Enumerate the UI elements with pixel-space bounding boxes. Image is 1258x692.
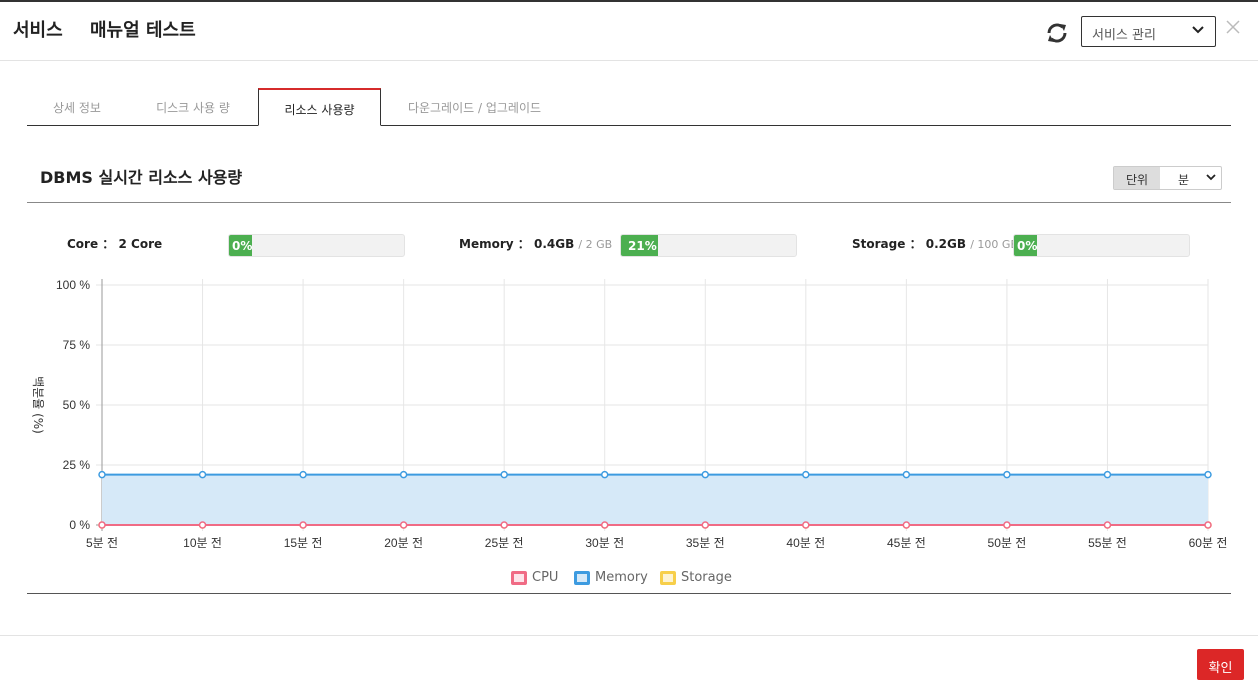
y-tick-label: 0 % <box>69 518 90 532</box>
x-tick-label: 60분 전 <box>1189 536 1228 550</box>
chevron-down-icon <box>1205 170 1217 187</box>
unit-label: 단위 <box>1114 167 1160 189</box>
memory-usage-percent: 21% <box>628 239 657 253</box>
memory-total: 2 GB <box>585 238 613 251</box>
x-tick-label: 40분 전 <box>786 536 825 550</box>
x-tick-label: 30분 전 <box>585 536 624 550</box>
x-tick-label: 35분 전 <box>686 536 725 550</box>
data-point-memory <box>399 470 408 479</box>
legend-storage-label: Storage <box>681 570 732 585</box>
close-icon[interactable] <box>1226 18 1244 36</box>
memory-usage-bar: 21% <box>620 234 797 257</box>
tab-bar: 상세 정보 디스크 사용 량 리소스 사용량 다운그레이드 / 업그레이드 <box>27 88 1231 126</box>
footer-divider <box>0 635 1258 636</box>
x-tick-label: 5분 전 <box>86 536 118 550</box>
unit-select[interactable]: 분 <box>1160 167 1221 189</box>
tab-resource-usage[interactable]: 리소스 사용량 <box>258 88 381 126</box>
data-point-memory <box>98 470 106 479</box>
data-point-memory <box>500 470 508 479</box>
data-point-cpu <box>802 521 810 529</box>
core-value: 2 Core <box>118 237 163 251</box>
storage-sep: ： <box>909 237 922 251</box>
data-point-memory <box>198 470 207 479</box>
data-point-memory <box>299 470 307 479</box>
section-title: DBMS 실시간 리소스 사용량 <box>40 168 243 187</box>
x-tick-label: 20분 전 <box>384 536 423 550</box>
legend-cpu-label: CPU <box>532 570 559 585</box>
storage-usage-percent: 0% <box>1017 239 1038 253</box>
memory-name: Memory <box>459 237 514 251</box>
legend-storage-swatch <box>660 570 676 585</box>
data-point-memory <box>701 470 710 479</box>
memory-label: Memory ： 0.4GB / 2 GB <box>459 237 613 251</box>
data-point-cpu <box>299 521 307 529</box>
legend-storage[interactable]: Storage <box>660 570 732 585</box>
core-sep: ： <box>102 237 115 251</box>
service-name: 매뉴얼 테스트 <box>90 20 196 41</box>
unit-selector: 단위 분 <box>1113 166 1222 190</box>
data-point-cpu <box>98 521 106 529</box>
data-point-memory <box>600 470 609 479</box>
section-bottom-divider <box>27 593 1231 594</box>
resource-usage-chart: 100 % 75 % 50 % 25 % 0 % 5분 전 10분 전 15분 전 20분 전 2… <box>31 278 1228 550</box>
x-tick-label: 50분 전 <box>988 536 1027 550</box>
data-point-cpu <box>1003 521 1011 529</box>
data-point-cpu <box>198 521 207 529</box>
legend-cpu-swatch <box>511 570 527 585</box>
tab-disk-usage[interactable]: 디스크 사용 량 <box>137 88 249 126</box>
x-tick-label: 55분 전 <box>1088 536 1127 550</box>
data-point-cpu <box>600 521 609 529</box>
core-usage-bar: 0% <box>228 234 405 257</box>
storage-label: Storage ： 0.2GB / 100 GB <box>852 237 1018 251</box>
x-tick-label: 15분 전 <box>284 536 323 550</box>
data-point-cpu <box>399 521 408 529</box>
memory-value: 0.4GB <box>533 237 575 251</box>
storage-total: 100 GB <box>977 238 1018 251</box>
storage-name: Storage <box>852 237 906 251</box>
data-point-cpu <box>701 521 710 529</box>
service-menu-select[interactable]: 서비스 관리 <box>1081 16 1216 47</box>
unit-select-value: 분 <box>1178 173 1190 187</box>
x-tick-label: 10분 전 <box>183 536 222 550</box>
y-axis-label: 백분율 (%) <box>31 376 45 434</box>
y-tick-label: 50 % <box>63 398 91 412</box>
core-label: Core ： 2 Core <box>67 235 162 252</box>
memory-sep: ： <box>517 237 530 251</box>
data-point-memory <box>802 470 810 479</box>
data-point-memory <box>902 470 911 479</box>
legend-memory-label: Memory <box>595 570 648 585</box>
core-name: Core <box>67 237 99 251</box>
legend-memory[interactable]: Memory <box>574 570 648 585</box>
data-point-cpu <box>1204 521 1212 529</box>
confirm-button[interactable]: 확인 <box>1197 649 1244 680</box>
legend-memory-swatch <box>574 570 590 585</box>
storage-usage-bar: 0% <box>1013 234 1190 257</box>
section-divider <box>27 202 1231 203</box>
modal-title: 서비스 <box>13 20 63 41</box>
core-usage-percent: 0% <box>232 239 253 253</box>
data-point-memory <box>1204 470 1212 479</box>
y-tick-label: 75 % <box>63 338 91 352</box>
data-point-memory <box>1003 470 1011 479</box>
storage-value: 0.2GB <box>925 237 967 251</box>
legend-cpu[interactable]: CPU <box>511 570 558 585</box>
y-tick-label: 100 % <box>56 278 90 292</box>
x-tick-label: 45분 전 <box>887 536 926 550</box>
data-point-cpu <box>1103 521 1112 529</box>
memory-area-fill <box>102 474 1208 525</box>
chart-legend: CPU Memory Storage <box>0 570 1258 588</box>
y-tick-label: 25 % <box>63 458 91 472</box>
tab-detail-info[interactable]: 상세 정보 <box>27 88 127 126</box>
modal-header: 서비스 매뉴얼 테스트 서비스 관리 <box>0 2 1258 61</box>
chevron-down-icon <box>1191 23 1205 41</box>
data-point-memory <box>1103 470 1112 479</box>
service-menu-value: 서비스 관리 <box>1092 28 1156 43</box>
x-tick-label: 25분 전 <box>485 536 524 550</box>
refresh-icon[interactable] <box>1044 20 1070 46</box>
tab-downgrade-upgrade[interactable]: 다운그레이드 / 업그레이드 <box>397 88 552 126</box>
data-point-cpu <box>902 521 911 529</box>
data-point-cpu <box>500 521 508 529</box>
